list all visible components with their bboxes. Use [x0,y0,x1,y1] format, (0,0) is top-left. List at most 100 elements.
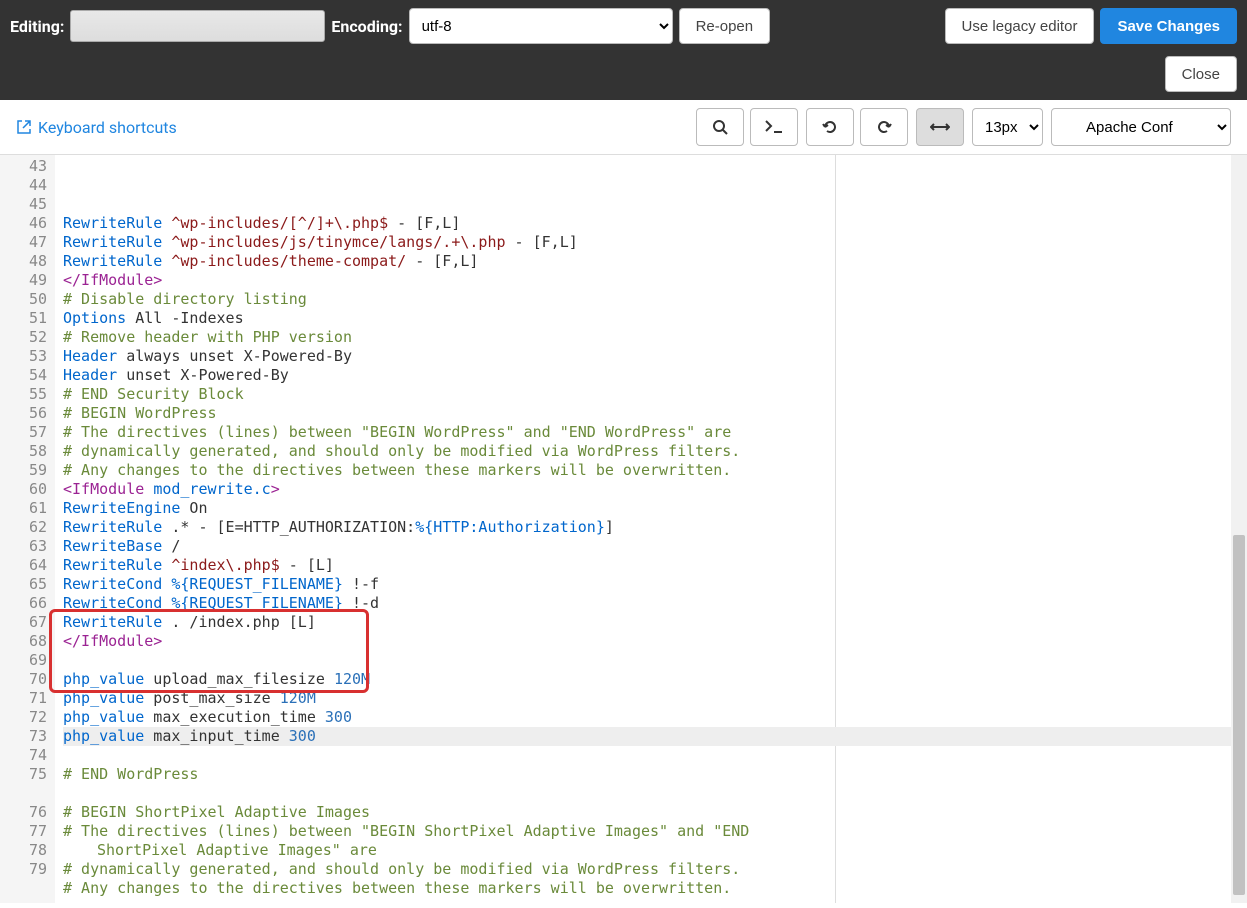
code-line[interactable]: </IfModule> [63,271,1247,290]
line-number: 60 [0,480,47,499]
editor-toolbar: Keyboard shortcuts 13px Apache Conf [0,100,1247,155]
line-number: 48 [0,252,47,271]
code-line[interactable]: php_value max_execution_time 300 [63,708,1247,727]
redo-button[interactable] [860,108,908,146]
line-number: 45 [0,195,47,214]
code-line-wrap[interactable]: ShortPixel Adaptive Images" are [63,841,1247,860]
close-button[interactable]: Close [1165,56,1237,92]
code-line[interactable] [63,784,1247,803]
code-line[interactable]: # The directives (lines) between "BEGIN … [63,423,1247,442]
code-line[interactable]: RewriteEngine On [63,499,1247,518]
line-number: 59 [0,461,47,480]
code-line[interactable]: # BEGIN ShortPixel Adaptive Images [63,803,1247,822]
code-line[interactable]: RewriteRule . /index.php [L] [63,613,1247,632]
editor-area: 4344454647484950515253545556575859606162… [0,155,1247,903]
line-number: 65 [0,575,47,594]
code-line[interactable]: Header always unset X-Powered-By [63,347,1247,366]
line-number: 70 [0,670,47,689]
line-number: 74 [0,746,47,765]
code-line[interactable]: RewriteCond %{REQUEST_FILENAME} !-d [63,594,1247,613]
save-changes-button[interactable]: Save Changes [1100,8,1237,44]
undo-button[interactable] [806,108,854,146]
code-line[interactable] [63,898,1247,903]
search-icon [712,119,728,135]
line-number: 66 [0,594,47,613]
line-number: 53 [0,347,47,366]
code-line[interactable]: RewriteRule ^index\.php$ - [L] [63,556,1247,575]
line-number: 54 [0,366,47,385]
line-number: 49 [0,271,47,290]
font-size-select[interactable]: 13px [972,108,1043,146]
code-line[interactable]: RewriteRule .* - [E=HTTP_AUTHORIZATION:%… [63,518,1247,537]
line-number: 46 [0,214,47,233]
line-gutter: 4344454647484950515253545556575859606162… [0,155,55,903]
line-number: 61 [0,499,47,518]
code-line[interactable]: php_value post_max_size 120M [63,689,1247,708]
keyboard-shortcuts-label: Keyboard shortcuts [38,118,177,137]
header-left: Editing: Encoding: utf-8 Re-open [10,8,770,44]
reopen-button[interactable]: Re-open [679,8,771,44]
line-number: 73 [0,727,47,746]
code-line[interactable]: # BEGIN WordPress [63,404,1247,423]
line-number: 47 [0,233,47,252]
header-row2: Close [10,56,1237,92]
line-number: 72 [0,708,47,727]
wrap-toggle-button[interactable] [916,108,964,146]
code-line[interactable]: # Remove header with PHP version [63,328,1247,347]
code-line[interactable]: # The directives (lines) between "BEGIN … [63,822,1247,841]
line-number: 69 [0,651,47,670]
code-line[interactable]: RewriteRule ^wp-includes/[^/]+\.php$ - [… [63,214,1247,233]
code-line[interactable] [63,746,1247,765]
search-button[interactable] [696,108,744,146]
line-number: 71 [0,689,47,708]
code-line[interactable]: RewriteBase / [63,537,1247,556]
vertical-scrollbar[interactable] [1231,155,1247,903]
code-line[interactable]: # Any changes to the directives between … [63,879,1247,898]
code-content[interactable]: RewriteRule ^wp-includes/[^/]+\.php$ - [… [55,155,1247,903]
code-line[interactable]: RewriteRule ^wp-includes/theme-compat/ -… [63,252,1247,271]
code-line[interactable]: RewriteCond %{REQUEST_FILENAME} !-f [63,575,1247,594]
line-number: 51 [0,309,47,328]
line-number: 62 [0,518,47,537]
redo-icon [876,119,892,135]
keyboard-shortcuts-link[interactable]: Keyboard shortcuts [16,118,177,137]
external-link-icon [16,119,32,135]
code-line[interactable]: # END Security Block [63,385,1247,404]
line-number: 63 [0,537,47,556]
code-line[interactable]: Options All -Indexes [63,309,1247,328]
editing-label: Editing: [10,17,64,36]
encoding-select[interactable]: utf-8 [409,8,673,44]
legacy-editor-button[interactable]: Use legacy editor [945,8,1095,44]
code-line[interactable]: # Any changes to the directives between … [63,461,1247,480]
line-number: 75 [0,765,47,784]
line-number: 43 [0,157,47,176]
line-number: 58 [0,442,47,461]
line-number: 68 [0,632,47,651]
header-right: Use legacy editor Save Changes [945,8,1237,44]
code-editor[interactable]: 4344454647484950515253545556575859606162… [0,155,1247,903]
line-number: 50 [0,290,47,309]
language-select[interactable]: Apache Conf [1051,108,1231,146]
code-line[interactable]: RewriteRule ^wp-includes/js/tinymce/lang… [63,233,1247,252]
code-line[interactable]: </IfModule> [63,632,1247,651]
line-number: 64 [0,556,47,575]
code-line[interactable]: Header unset X-Powered-By [63,366,1247,385]
code-line[interactable]: php_value max_input_time 300 [63,727,1247,746]
encoding-label: Encoding: [331,17,402,36]
code-line[interactable]: # END WordPress [63,765,1247,784]
code-line[interactable]: # dynamically generated, and should only… [63,860,1247,879]
line-number: 78 [0,841,47,860]
scrollbar-thumb[interactable] [1233,535,1245,895]
filename-input[interactable] [70,10,325,42]
code-line[interactable]: php_value upload_max_filesize 120M [63,670,1247,689]
code-line[interactable]: <IfModule mod_rewrite.c> [63,480,1247,499]
line-number: 57 [0,423,47,442]
code-line[interactable] [63,651,1247,670]
line-number: 77 [0,822,47,841]
line-number: 76 [0,803,47,822]
terminal-button[interactable] [750,108,798,146]
code-line[interactable]: # dynamically generated, and should only… [63,442,1247,461]
code-line[interactable]: # Disable directory listing [63,290,1247,309]
undo-icon [822,119,838,135]
editor-header: Editing: Encoding: utf-8 Re-open Use leg… [0,0,1247,100]
